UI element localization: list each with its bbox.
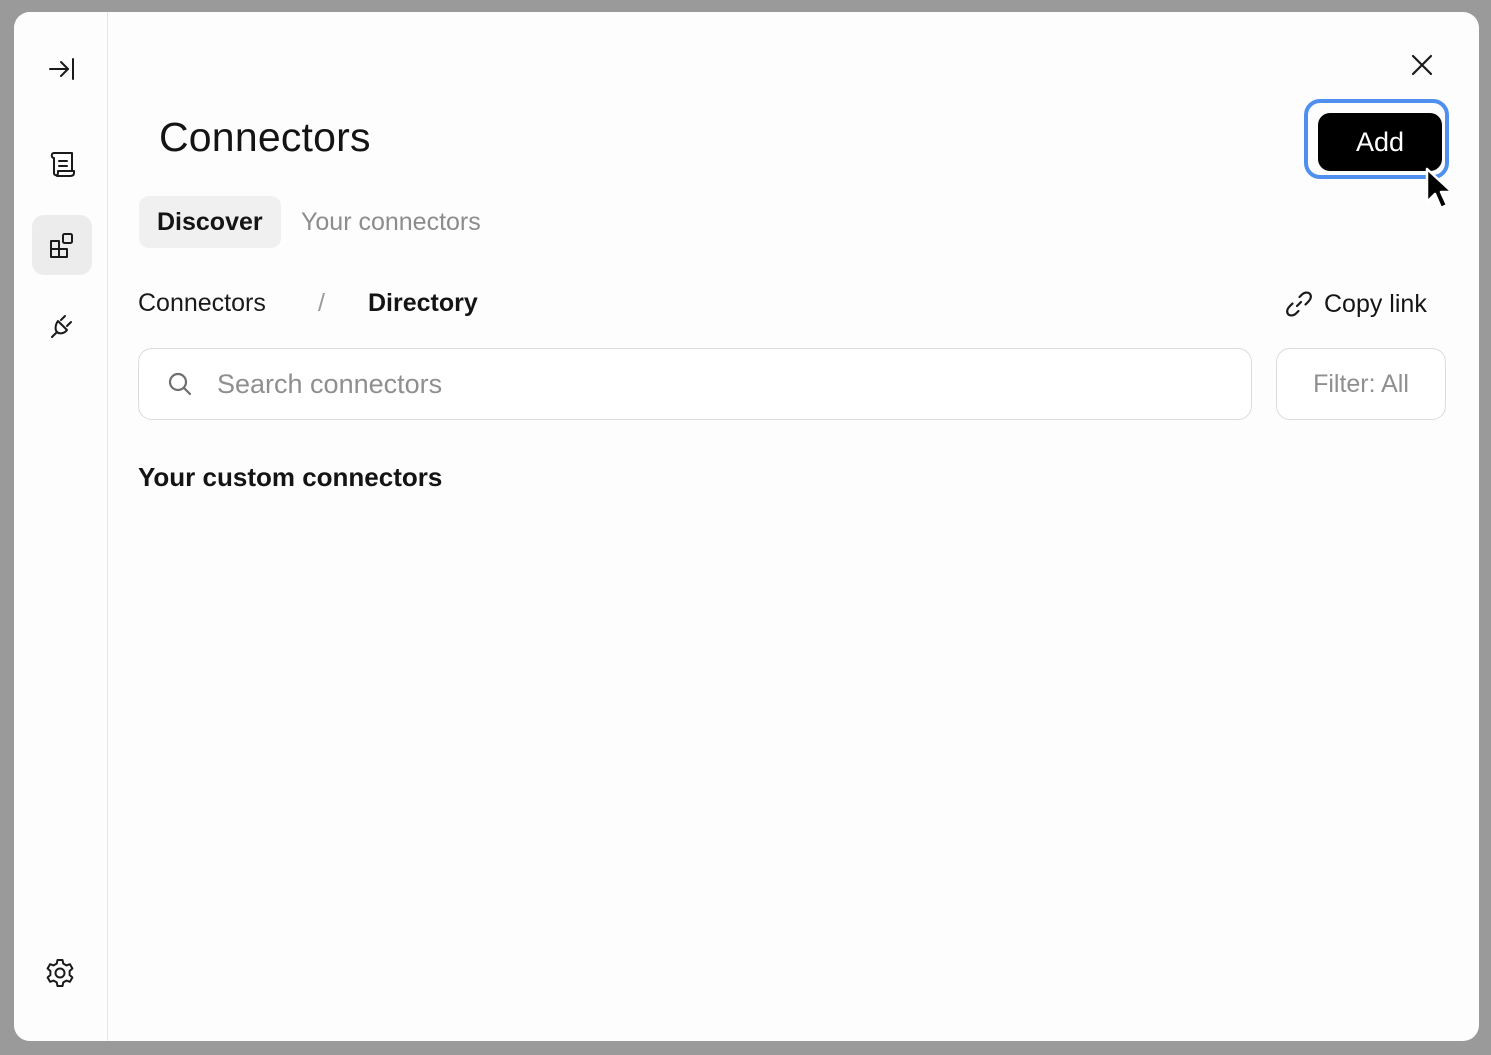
close-button[interactable] xyxy=(1405,48,1439,82)
page-title: Connectors xyxy=(159,114,371,160)
search-input[interactable] xyxy=(215,367,1119,401)
copy-link-button[interactable]: Copy link xyxy=(1284,284,1427,324)
section-title-custom-connectors: Your custom connectors xyxy=(138,462,443,492)
collapse-sidebar-icon xyxy=(49,58,74,80)
breadcrumb-directory: Directory xyxy=(368,289,478,317)
connectors-dialog: Connectors Add Discover Your connectors … xyxy=(14,12,1479,1041)
scroll-icon xyxy=(50,152,75,177)
sidebar-item-docs[interactable] xyxy=(32,134,92,194)
add-button[interactable]: Add xyxy=(1318,113,1442,171)
copy-link-label: Copy link xyxy=(1324,289,1427,318)
sidebar xyxy=(14,12,108,1041)
link-icon xyxy=(1286,291,1312,317)
settings-gear-icon xyxy=(46,959,74,987)
plug-icon xyxy=(51,315,72,338)
search-icon xyxy=(168,372,192,396)
main-panel: Connectors Add Discover Your connectors … xyxy=(108,12,1479,1041)
settings-button[interactable] xyxy=(30,943,90,1003)
sidebar-item-plugins[interactable] xyxy=(32,296,92,356)
sidebar-item-connectors[interactable] xyxy=(32,215,92,275)
search-box xyxy=(138,348,1252,420)
breadcrumb-connectors[interactable]: Connectors xyxy=(138,289,266,318)
connectors-icon xyxy=(50,233,73,258)
breadcrumb-separator: / xyxy=(318,289,325,317)
close-icon xyxy=(1411,54,1433,76)
tab-your-connectors[interactable]: Your connectors xyxy=(283,196,499,248)
collapse-sidebar-button[interactable] xyxy=(32,39,92,99)
filter-dropdown[interactable]: Filter: All xyxy=(1276,348,1446,420)
tab-discover[interactable]: Discover xyxy=(139,196,281,248)
